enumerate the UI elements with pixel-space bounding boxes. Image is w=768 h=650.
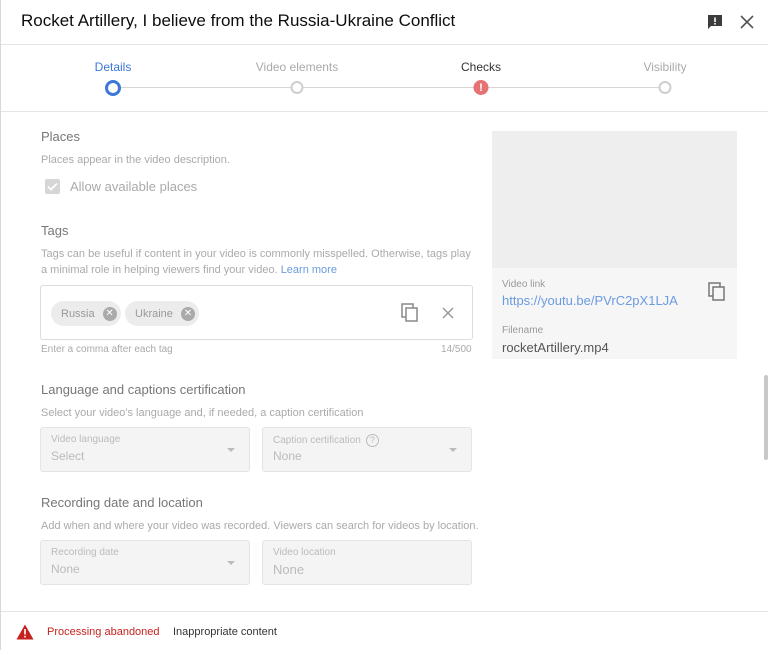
filename-label: Filename	[502, 325, 544, 336]
tags-description: Tags can be useful if content in your vi…	[41, 246, 471, 278]
video-language-select[interactable]: Video language Select	[40, 427, 250, 472]
learn-more-link[interactable]: Learn more	[281, 264, 337, 276]
places-title: Places	[41, 129, 81, 144]
caption-certification-value: None	[273, 449, 302, 463]
scrollbar[interactable]	[764, 375, 768, 460]
tags-title: Tags	[41, 223, 69, 238]
step-connector	[488, 87, 659, 88]
warning-icon	[16, 624, 34, 640]
status-detail: Inappropriate content	[173, 626, 277, 638]
language-title: Language and captions certification	[41, 382, 246, 397]
step-dot-video-elements[interactable]	[290, 81, 304, 94]
tag-chip-label: Ukraine	[135, 307, 173, 320]
processing-status: Processing abandoned	[47, 626, 160, 638]
video-preview-panel: Video link https://youtu.be/PVrC2pX1LJA …	[492, 131, 737, 359]
upload-dialog: Rocket Artillery, I believe from the Rus…	[0, 0, 768, 650]
remove-tag-icon[interactable]: ✕	[102, 306, 117, 321]
video-language-label: Video language	[51, 434, 121, 445]
step-video-elements[interactable]: Video elements	[256, 60, 339, 74]
copy-tags-icon[interactable]	[401, 303, 421, 323]
progress-stepper: Details Video elements Checks Visibility…	[1, 44, 768, 112]
copy-link-icon[interactable]	[708, 282, 728, 302]
recording-description: Add when and where your video was record…	[41, 520, 479, 532]
step-visibility[interactable]: Visibility	[643, 60, 686, 74]
step-dot-checks-error-icon[interactable]: !	[473, 80, 489, 95]
recording-date-value: None	[51, 562, 80, 576]
dialog-title: Rocket Artillery, I believe from the Rus…	[21, 11, 456, 30]
dropdown-arrow-icon	[449, 448, 457, 452]
recording-date-label: Recording date	[51, 547, 119, 558]
recording-date-select[interactable]: Recording date None	[40, 540, 250, 585]
step-details[interactable]: Details	[95, 60, 132, 74]
video-thumbnail[interactable]	[492, 131, 737, 268]
allow-places-checkbox-row[interactable]: Allow available places	[45, 179, 197, 194]
tag-chip: Russia ✕	[51, 301, 121, 326]
tags-description-text: Tags can be useful if content in your vi…	[41, 248, 471, 276]
filename-value: rocketArtillery.mp4	[502, 340, 609, 355]
video-link[interactable]: https://youtu.be/PVrC2pX1LJA	[502, 293, 678, 308]
remove-tag-icon[interactable]: ✕	[180, 306, 195, 321]
tags-hint: Enter a comma after each tag	[41, 344, 173, 355]
allow-places-checkbox[interactable]	[45, 179, 60, 194]
clear-tags-icon[interactable]	[438, 303, 458, 323]
step-connector	[121, 87, 291, 88]
help-icon[interactable]: ?	[365, 434, 379, 447]
close-icon[interactable]	[737, 12, 757, 32]
dropdown-arrow-icon	[227, 561, 235, 565]
video-location-input[interactable]: Video location None	[262, 540, 472, 585]
step-checks[interactable]: Checks	[461, 60, 501, 74]
video-link-label: Video link	[502, 279, 546, 290]
video-language-value: Select	[51, 449, 85, 463]
dialog-footer: Processing abandoned Inappropriate conte…	[1, 611, 768, 650]
tag-chip-label: Russia	[61, 307, 95, 320]
feedback-icon[interactable]	[705, 12, 725, 32]
dropdown-arrow-icon	[227, 448, 235, 452]
language-description: Select your video's language and, if nee…	[41, 407, 364, 419]
caption-certification-label-row: Caption certification ?	[273, 434, 379, 447]
dialog-header: Rocket Artillery, I believe from the Rus…	[1, 0, 768, 44]
caption-certification-select[interactable]: Caption certification ? None	[262, 427, 472, 472]
allow-places-label: Allow available places	[70, 179, 198, 194]
tag-chip: Ukraine ✕	[125, 301, 199, 326]
step-dot-visibility[interactable]	[658, 81, 672, 94]
tags-character-count: 14/500	[441, 344, 472, 355]
video-location-label: Video location	[273, 547, 336, 558]
step-dot-details[interactable]	[105, 80, 121, 96]
tags-input[interactable]: Russia ✕ Ukraine ✕	[40, 285, 473, 340]
places-description: Places appear in the video description.	[41, 154, 230, 166]
caption-certification-label: Caption certification	[273, 435, 361, 446]
recording-title: Recording date and location	[41, 495, 203, 510]
video-location-value: None	[273, 562, 305, 577]
step-connector	[303, 87, 474, 88]
